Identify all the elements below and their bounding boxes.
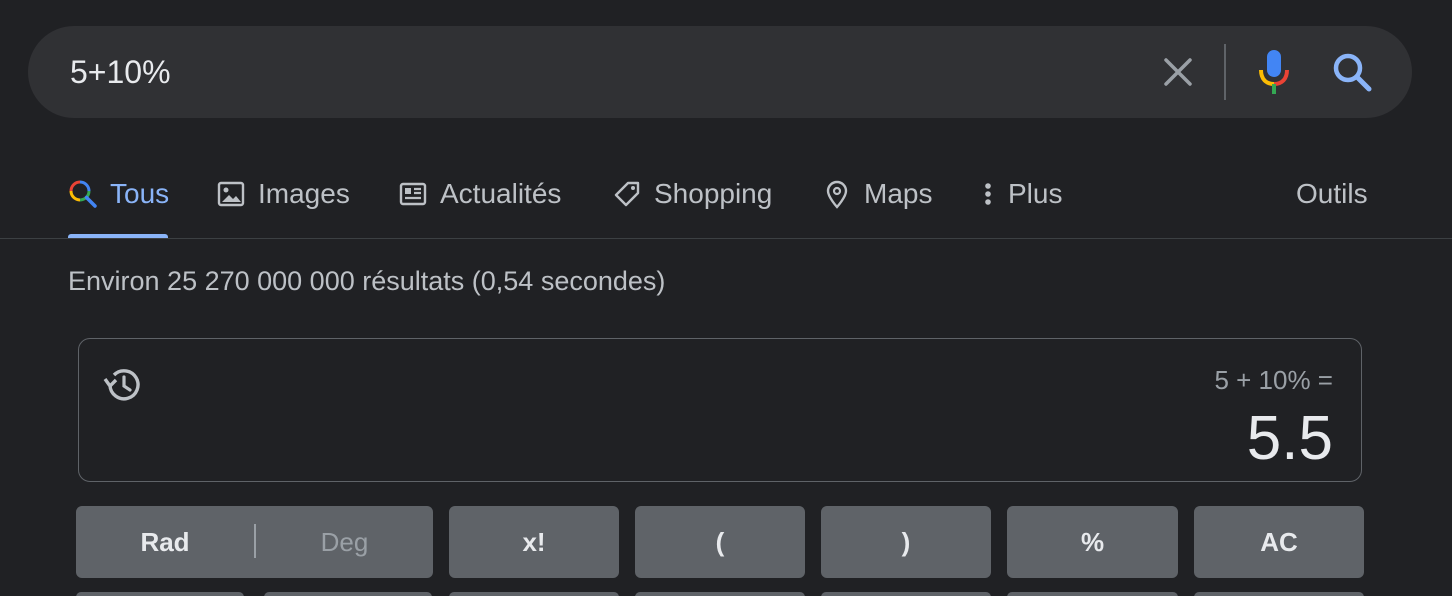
tab-label: Tous [110, 178, 170, 209]
image-icon [217, 181, 245, 207]
open-paren-button[interactable]: ( [635, 506, 805, 578]
close-icon [1164, 58, 1192, 86]
clear-search-button[interactable] [1158, 52, 1198, 92]
calculator-key-partial[interactable] [1007, 592, 1178, 596]
tab-label: Maps [864, 178, 933, 209]
clear-button[interactable]: AC [1194, 506, 1364, 578]
tab-all[interactable]: Tous [68, 174, 169, 214]
calculator-key-partial[interactable] [635, 592, 805, 596]
map-pin-icon [826, 180, 848, 209]
calculator-key-partial[interactable] [1194, 592, 1364, 596]
factorial-button[interactable]: x! [449, 506, 619, 578]
close-paren-button[interactable]: ) [821, 506, 991, 578]
calculator-key-partial[interactable] [821, 592, 991, 596]
calculator-key-partial[interactable] [264, 592, 432, 596]
tab-more[interactable]: Plus [980, 174, 1062, 214]
voice-search-button[interactable] [1254, 48, 1294, 96]
tab-images[interactable]: Images [216, 174, 350, 214]
calculator-expression: 5 + 10% = [1214, 365, 1333, 395]
rad-button[interactable]: Rad [76, 527, 254, 558]
more-vert-icon [985, 183, 991, 205]
search-tabs: Tous Images Actualités Shopping Maps Plu… [0, 150, 1452, 240]
search-icon [1333, 53, 1372, 92]
rad-deg-toggle: Rad Deg [76, 506, 433, 578]
tab-maps[interactable]: Maps [822, 174, 932, 214]
tag-icon [614, 181, 640, 207]
history-icon [103, 369, 140, 401]
calculator-display: 5 + 10% = 5.5 [78, 338, 1362, 482]
tab-label: Images [258, 178, 350, 209]
tabs-divider [0, 238, 1452, 239]
calculator-key-partial[interactable] [76, 592, 244, 596]
tab-label: Actualités [440, 178, 562, 209]
deg-button[interactable]: Deg [256, 527, 433, 558]
calculator-key-partial[interactable] [449, 592, 619, 596]
tab-label: Plus [1008, 178, 1063, 209]
search-multicolor-icon [69, 180, 97, 208]
history-button[interactable] [101, 363, 145, 407]
tab-shopping[interactable]: Shopping [612, 174, 772, 214]
search-bar [28, 26, 1412, 118]
tab-label: Shopping [654, 178, 773, 209]
calculator-result: 5.5 [1246, 404, 1333, 473]
tools-button[interactable]: Outils [1296, 174, 1368, 214]
search-input[interactable] [70, 52, 1130, 92]
tools-label: Outils [1296, 178, 1368, 209]
percent-button[interactable]: % [1007, 506, 1178, 578]
search-bar-divider [1224, 44, 1226, 100]
tab-news[interactable]: Actualités [398, 174, 561, 214]
result-stats: Environ 25 270 000 000 résultats (0,54 s… [68, 266, 666, 296]
search-button[interactable] [1330, 50, 1374, 94]
microphone-icon [1259, 50, 1289, 94]
news-icon [399, 182, 427, 206]
